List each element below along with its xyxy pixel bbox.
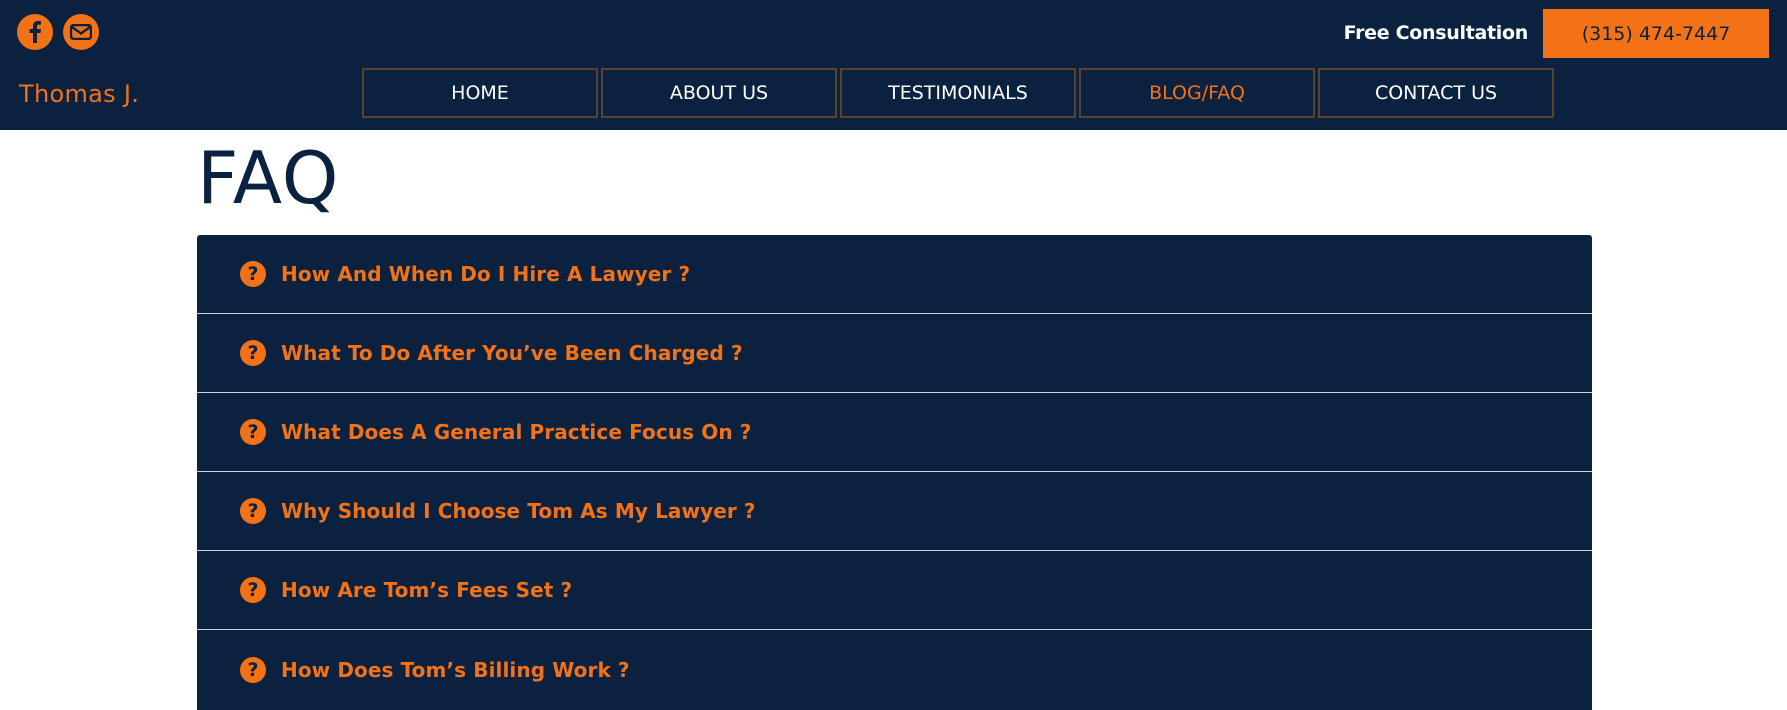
question-circle-icon: ? — [240, 419, 266, 445]
nav-item-testimonials[interactable]: TESTIMONIALS — [840, 68, 1076, 118]
nav-item-home[interactable]: HOME — [362, 68, 598, 118]
faq-question: How Does Tom’s Billing Work ? — [281, 658, 630, 682]
question-circle-icon: ? — [240, 340, 266, 366]
faq-item[interactable]: ? How Are Tom’s Fees Set ? — [197, 551, 1592, 630]
nav-item-contact-us[interactable]: CONTACT US — [1318, 68, 1554, 118]
brand-name[interactable]: Thomas J. — [19, 80, 139, 108]
faq-item[interactable]: ? How And When Do I Hire A Lawyer ? — [197, 235, 1592, 314]
faq-question: How And When Do I Hire A Lawyer ? — [281, 262, 691, 286]
site-header: Thomas J. Free Consultation (315) 474-74… — [0, 0, 1787, 130]
email-icon[interactable] — [63, 14, 99, 50]
faq-question: How Are Tom’s Fees Set ? — [281, 578, 573, 602]
faq-item[interactable]: ? What Does A General Practice Focus On … — [197, 393, 1592, 472]
main-nav: HOME ABOUT US TESTIMONIALS BLOG/FAQ CONT… — [362, 68, 1554, 118]
faq-item[interactable]: ? How Does Tom’s Billing Work ? — [197, 630, 1592, 710]
social-links — [17, 14, 99, 50]
question-circle-icon: ? — [240, 577, 266, 603]
facebook-icon[interactable] — [17, 14, 53, 50]
nav-item-about-us[interactable]: ABOUT US — [601, 68, 837, 118]
faq-question: Why Should I Choose Tom As My Lawyer ? — [281, 499, 756, 523]
question-circle-icon: ? — [240, 657, 266, 683]
faq-item[interactable]: ? Why Should I Choose Tom As My Lawyer ? — [197, 472, 1592, 551]
free-consultation-label: Free Consultation — [1343, 22, 1529, 44]
faq-accordion: ? How And When Do I Hire A Lawyer ? ? Wh… — [197, 235, 1592, 710]
question-circle-icon: ? — [240, 261, 266, 287]
question-circle-icon: ? — [240, 498, 266, 524]
faq-item[interactable]: ? What To Do After You’ve Been Charged ? — [197, 314, 1592, 393]
faq-question: What To Do After You’ve Been Charged ? — [281, 341, 743, 365]
phone-button[interactable]: (315) 474-7447 — [1543, 9, 1769, 58]
page-title: FAQ — [197, 136, 340, 220]
faq-question: What Does A General Practice Focus On ? — [281, 420, 752, 444]
nav-item-blog-faq[interactable]: BLOG/FAQ — [1079, 68, 1315, 118]
